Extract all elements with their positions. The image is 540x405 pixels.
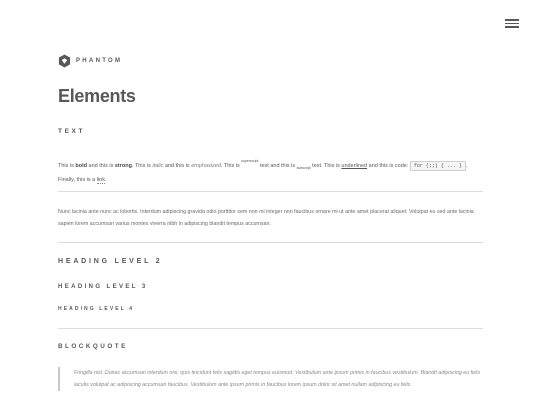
section-heading-blockquote: Blockquote [58,343,128,350]
text-paragraph-formatting: This is bold and this is strong. This is… [58,159,468,184]
subscript-text: subscript [296,166,311,170]
heading-level-3: Heading Level 3 [58,284,148,290]
heading-level-2: Heading Level 2 [58,258,163,265]
emphasized-text: emphasized [191,163,221,169]
blockquote: Fringilla nisl. Donec accumsan interdum … [58,367,483,391]
strong-text: strong [114,163,132,169]
heading-level-4: Heading Level 4 [58,306,135,312]
inline-code: for (;;) { ... } [409,161,466,171]
page-title: Elements [58,86,136,106]
text-paragraph-body: Nunc lacinia ante nunc ac lobortis. Inte… [58,209,474,227]
divider [58,242,483,243]
section-heading-text: TEXT [58,128,86,135]
logo-icon [58,54,71,68]
inline-link[interactable]: link [96,177,105,184]
divider [58,328,483,329]
superscript-text: superscript [241,159,259,163]
menu-icon[interactable] [505,17,520,29]
bold-text: bold [75,163,88,169]
brand-name: PHANTOM [76,58,123,64]
divider [58,191,483,192]
italic-text: italic [152,163,164,169]
brand-logo[interactable]: PHANTOM [58,54,122,68]
underlined-text: underlined [341,163,368,169]
blockquote-text: Fringilla nisl. Donec accumsan interdum … [74,370,481,388]
